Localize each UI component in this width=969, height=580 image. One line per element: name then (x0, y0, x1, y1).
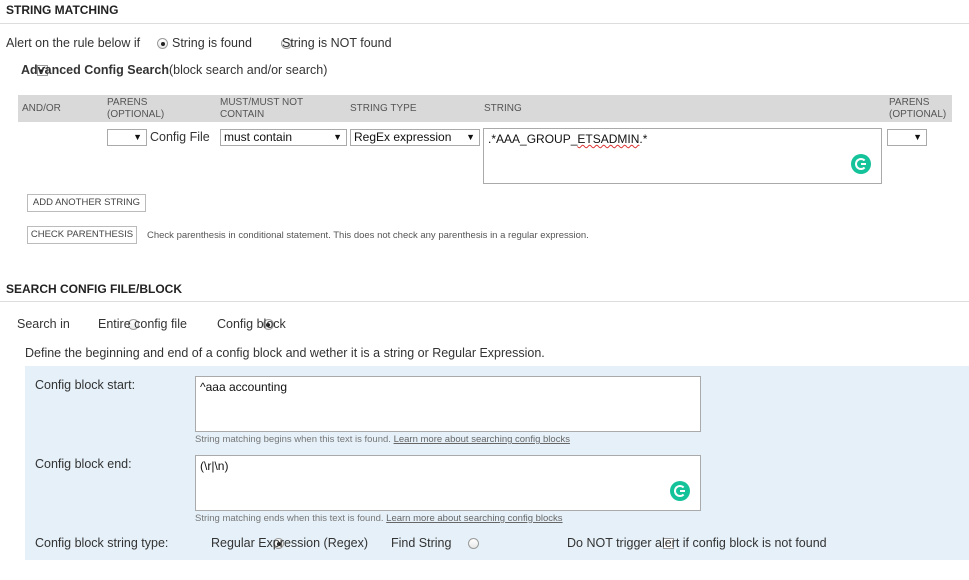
string-textarea[interactable]: .*AAA_GROUP_ETSADMIN.* (483, 128, 882, 184)
must-contain-select[interactable]: must contain ▼ (220, 129, 347, 146)
config-block-type-label: Config block string type: (35, 536, 169, 550)
grammarly-icon[interactable] (670, 481, 690, 501)
divider (0, 23, 969, 24)
radio-regex-label: Regular Expression (Regex) (211, 536, 369, 550)
chevron-down-icon: ▼ (133, 132, 142, 142)
string-type-value: RegEx expression (354, 130, 452, 144)
config-block-start-label: Config block start: (35, 378, 136, 392)
check-parenthesis-button[interactable]: CHECK PARENTHESIS (27, 226, 137, 244)
search-config-title: SEARCH CONFIG FILE/BLOCK (6, 282, 182, 296)
string-suffix: .* (639, 132, 648, 146)
string-prefix: .*AAA_GROUP_ (488, 132, 578, 146)
define-text: Define the beginning and end of a config… (25, 346, 545, 360)
source-label: Config File (150, 130, 210, 144)
config-block-end-hint: String matching ends when this text is f… (195, 513, 563, 524)
string-flagged: ETSADMIN (577, 132, 640, 146)
th-parens-close: PARENS (OPTIONAL) (889, 97, 947, 120)
th-parens-open: PARENS (OPTIONAL) (107, 97, 165, 120)
advanced-config-title: Advanced Config Search (21, 63, 169, 77)
config-block-end-input[interactable]: (\r|\n) (195, 455, 701, 511)
advanced-config-label: Advanced Config Search(block search and/… (21, 63, 327, 77)
paren-open-select[interactable]: ▼ (107, 129, 147, 146)
chevron-down-icon: ▼ (466, 132, 475, 142)
th-string-type: STRING TYPE (350, 103, 417, 114)
config-block-end-label: Config block end: (35, 457, 132, 471)
no-trigger-label: Do NOT trigger alert if config block is … (567, 536, 827, 550)
alert-label: Alert on the rule below if (6, 36, 141, 50)
radio-string-not-found-label: String is NOT found (282, 36, 392, 50)
radio-string-found[interactable] (157, 38, 168, 50)
search-in-label: Search in (17, 317, 70, 331)
add-another-string-button[interactable]: ADD ANOTHER STRING (27, 194, 146, 212)
radio-find-string-label: Find String (391, 536, 452, 550)
must-contain-value: must contain (224, 130, 293, 144)
config-block-start-input[interactable]: ^aaa accounting (195, 376, 701, 432)
divider (0, 301, 969, 302)
config-block-start-hint: String matching begins when this text is… (195, 434, 570, 445)
th-andor: AND/OR (22, 103, 61, 114)
string-matching-title: STRING MATCHING (6, 3, 119, 17)
radio-find-string[interactable] (467, 538, 479, 550)
radio-entire-config-label: Entire config file (98, 317, 187, 331)
chevron-down-icon: ▼ (333, 132, 342, 142)
grammarly-icon[interactable] (851, 154, 871, 174)
th-must: MUST/MUST NOT CONTAIN (220, 97, 303, 120)
learn-more-link[interactable]: Learn more about searching config blocks (386, 513, 562, 524)
radio-string-found-label: String is found (172, 36, 252, 50)
th-string: STRING (484, 103, 522, 114)
advanced-config-hint: (block search and/or search) (168, 63, 328, 77)
learn-more-link[interactable]: Learn more about searching config blocks (394, 434, 570, 445)
check-parenthesis-hint: Check parenthesis in conditional stateme… (147, 230, 589, 241)
radio-config-block-label: Config block (217, 317, 286, 331)
string-type-select[interactable]: RegEx expression ▼ (350, 129, 480, 146)
chevron-down-icon: ▼ (913, 132, 922, 142)
paren-close-select[interactable]: ▼ (887, 129, 927, 146)
